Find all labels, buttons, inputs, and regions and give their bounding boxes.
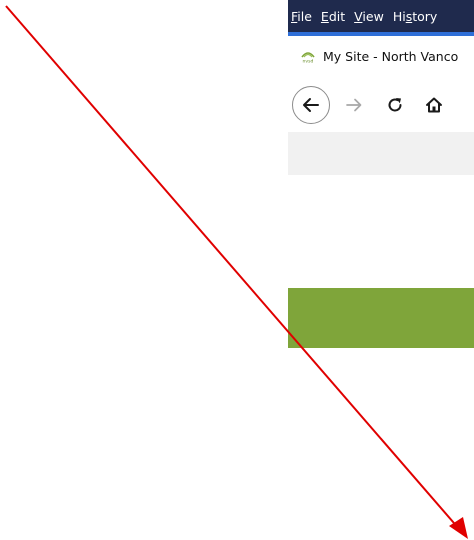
home-icon	[426, 97, 442, 113]
menu-bar: File Edit View History	[288, 0, 474, 32]
back-arrow-icon	[303, 98, 319, 112]
bookmarks-toolbar	[288, 132, 474, 175]
menu-file[interactable]: File	[291, 9, 312, 24]
home-button[interactable]	[420, 91, 448, 119]
browser-window: File Edit View History nvsd My Site - No…	[288, 0, 474, 540]
menu-view[interactable]: View	[354, 9, 384, 24]
reload-button[interactable]	[381, 91, 409, 119]
menu-history-prefix: Hi	[392, 8, 406, 24]
menu-edit[interactable]: Edit	[321, 9, 345, 24]
forward-arrow-icon	[346, 98, 362, 112]
back-button[interactable]	[292, 86, 330, 124]
tab-title: My Site - North Vanco	[323, 48, 459, 64]
tab-strip: nvsd My Site - North Vanco	[288, 36, 474, 76]
page-content	[288, 175, 474, 540]
site-header-banner	[288, 288, 474, 348]
menu-file-label: ile	[297, 8, 312, 24]
favicon-text: nvsd	[303, 59, 314, 65]
menu-history[interactable]: History	[393, 9, 437, 24]
screenshot-stage: File Edit View History nvsd My Site - No…	[0, 0, 474, 540]
menu-view-label: iew	[362, 8, 384, 24]
menu-edit-label: dit	[328, 8, 346, 24]
menu-edit-accesskey: E	[320, 8, 329, 24]
navigation-toolbar	[288, 76, 474, 132]
forward-button[interactable]	[340, 91, 368, 119]
reload-icon	[388, 98, 402, 112]
browser-tab[interactable]: nvsd My Site - North Vanco	[300, 48, 458, 64]
site-favicon-icon: nvsd	[301, 52, 315, 65]
menu-history-label: tory	[412, 8, 438, 24]
